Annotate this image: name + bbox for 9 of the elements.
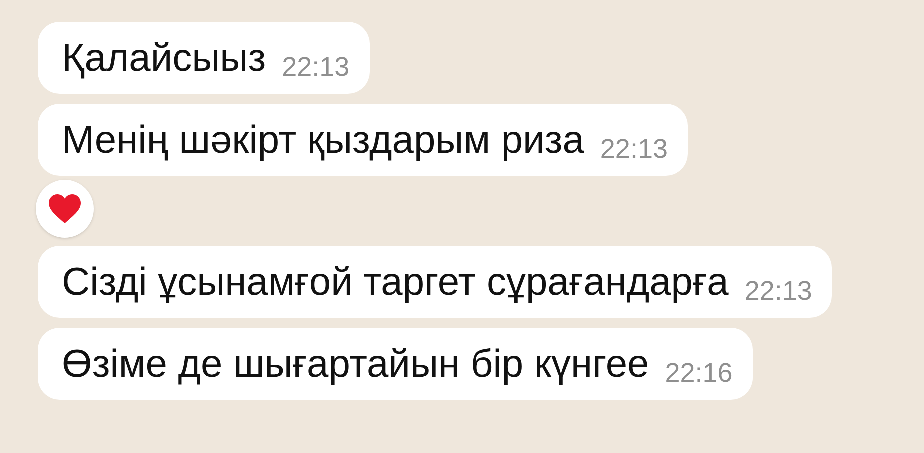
message-time: 22:13 [282, 52, 350, 82]
message-time: 22:13 [600, 134, 668, 164]
message-time: 22:13 [744, 276, 812, 306]
message-text: Өзіме де шығартайын бір күнгее [62, 342, 650, 388]
message-time: 22:16 [665, 358, 733, 388]
heart-reaction-icon[interactable] [36, 180, 94, 238]
message-text: Сізді ұсынамғой таргет сұрағандарға [62, 260, 729, 306]
message-text: Менің шәкірт қыздарым риза [62, 118, 584, 164]
message-text: Қалайсыыз [62, 36, 266, 82]
